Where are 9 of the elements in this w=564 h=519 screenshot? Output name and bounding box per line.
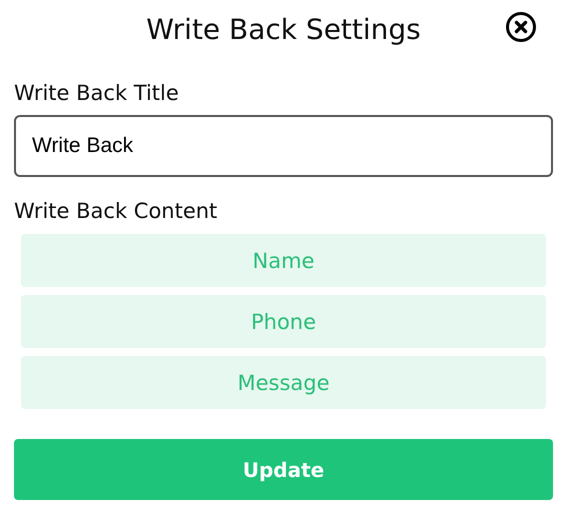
- update-button[interactable]: Update: [14, 439, 553, 500]
- content-field-chip[interactable]: Phone: [21, 295, 546, 348]
- title-input[interactable]: Write Back: [14, 115, 553, 177]
- content-field-chip[interactable]: Message: [21, 356, 546, 409]
- close-icon[interactable]: [505, 11, 537, 43]
- field-label: Write Back Content: [14, 199, 218, 225]
- field-label: Write Back Title: [14, 81, 180, 107]
- dialog-title: Write Back Settings: [146, 12, 421, 46]
- content-field-chip[interactable]: Name: [21, 234, 546, 287]
